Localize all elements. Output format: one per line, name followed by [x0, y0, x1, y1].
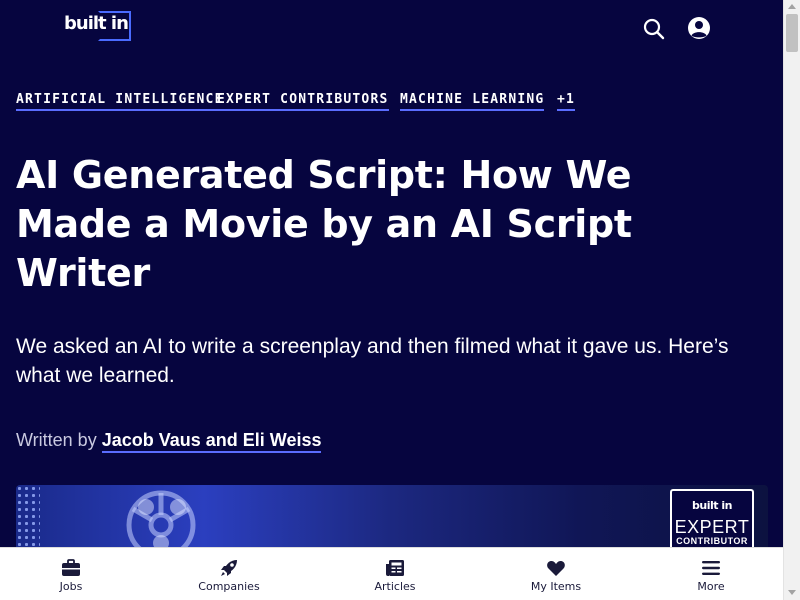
- byline-prefix: Written by: [16, 430, 97, 450]
- site-header: built in: [0, 0, 783, 60]
- nav-articles[interactable]: Articles: [340, 548, 450, 600]
- briefcase-icon: [62, 559, 80, 576]
- nav-my-items-label: My Items: [530, 580, 582, 593]
- tag-more[interactable]: +1: [557, 92, 576, 111]
- page-scrollbar[interactable]: [783, 0, 800, 600]
- article-title: AI Generated Script: How We Made a Movie…: [16, 153, 632, 295]
- logo-frame: [98, 11, 131, 41]
- scroll-thumb[interactable]: [786, 14, 798, 52]
- article-subtitle: We asked an AI to write a screenplay and…: [16, 335, 729, 387]
- builtin-logo[interactable]: built in: [64, 11, 131, 41]
- tag-expert-contributors[interactable]: EXPERT CONTRIBUTORS: [217, 92, 389, 111]
- account-circle-icon[interactable]: [687, 16, 711, 40]
- rocket-icon: [221, 560, 237, 576]
- nav-articles-label: Articles: [374, 580, 416, 593]
- menu-icon: [702, 561, 720, 575]
- bottom-navigation: Jobs Companies Articles My Items More: [0, 547, 783, 600]
- scroll-up-arrow-icon[interactable]: [788, 4, 796, 9]
- nav-more[interactable]: More: [656, 548, 766, 600]
- tag-artificial-intelligence[interactable]: ARTIFICIAL INTELLIGENCE: [16, 92, 224, 111]
- search-icon[interactable]: [642, 17, 666, 41]
- nav-my-items[interactable]: My Items: [501, 548, 611, 600]
- nav-companies-label: Companies: [198, 580, 260, 593]
- badge-subtitle: CONTRIBUTOR: [676, 536, 748, 546]
- newspaper-icon: [386, 560, 404, 576]
- nav-jobs[interactable]: Jobs: [16, 548, 126, 600]
- tag-machine-learning[interactable]: MACHINE LEARNING: [400, 92, 545, 111]
- scroll-down-arrow-icon[interactable]: [788, 590, 796, 595]
- badge-logo: built in: [692, 499, 732, 512]
- nav-more-label: More: [697, 580, 725, 593]
- nav-jobs-label: Jobs: [59, 580, 83, 593]
- article-page: built in ARTIFICIAL INTELLIGENCE EXPERT …: [0, 0, 783, 600]
- nav-companies[interactable]: Companies: [174, 548, 284, 600]
- byline: Written by Jacob Vaus and Eli Weiss: [16, 430, 322, 453]
- heart-icon: [547, 561, 565, 576]
- author-link[interactable]: Jacob Vaus and Eli Weiss: [101, 430, 322, 453]
- badge-title: EXPERT: [674, 517, 750, 537]
